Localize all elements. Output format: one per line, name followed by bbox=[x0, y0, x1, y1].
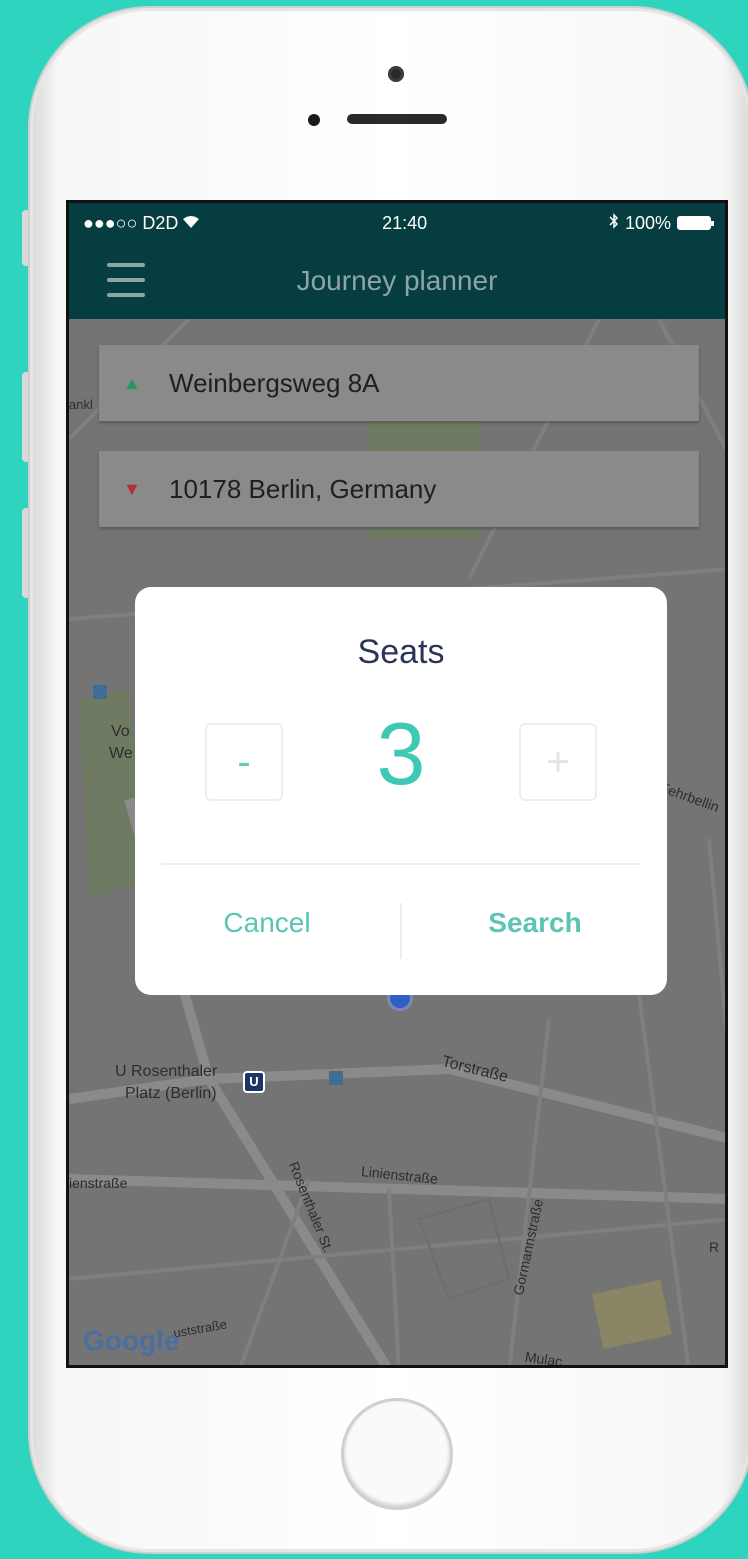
origin-field[interactable]: ▲ Weinbergsweg 8A bbox=[99, 345, 699, 421]
increment-seats-button[interactable]: + bbox=[519, 723, 597, 801]
seats-dialog: Seats - 3 + Cancel Search bbox=[135, 587, 667, 995]
subway-icon: U bbox=[243, 1071, 265, 1093]
camera-icon bbox=[388, 66, 404, 82]
bluetooth-icon bbox=[609, 212, 619, 234]
battery-percent: 100% bbox=[624, 212, 671, 233]
map-label: We bbox=[109, 745, 133, 762]
destination-field[interactable]: ▼ 10178 Berlin, Germany bbox=[99, 451, 699, 527]
action-divider bbox=[400, 903, 402, 959]
origin-address: Weinbergsweg 8A bbox=[169, 367, 380, 398]
dialog-divider bbox=[161, 863, 641, 865]
destination-marker-icon: ▼ bbox=[123, 478, 141, 499]
map-label: U Rosenthaler bbox=[115, 1063, 218, 1080]
battery-icon bbox=[677, 216, 714, 230]
speaker-grille bbox=[347, 114, 447, 124]
search-button[interactable]: Search bbox=[403, 907, 667, 939]
seat-count: 3 bbox=[376, 704, 426, 803]
destination-address: 10178 Berlin, Germany bbox=[169, 473, 437, 504]
hamburger-menu-icon[interactable] bbox=[107, 263, 145, 297]
map-label: R bbox=[709, 1239, 720, 1255]
sensor bbox=[308, 114, 320, 126]
carrier-label: ●●●○○ D2D bbox=[83, 212, 179, 233]
phone-screen: ●●●○○ D2D 21:40 100% Journey planner U R… bbox=[66, 200, 728, 1368]
page-title: Journey planner bbox=[296, 265, 498, 296]
home-button[interactable] bbox=[341, 1398, 453, 1510]
status-time: 21:40 bbox=[382, 212, 428, 233]
map-label: ankl bbox=[69, 397, 93, 412]
dialog-title: Seats bbox=[357, 633, 445, 671]
decrement-seats-button[interactable]: - bbox=[205, 723, 283, 801]
origin-marker-icon: ▲ bbox=[123, 372, 141, 393]
map-label: ienstraße bbox=[69, 1175, 128, 1191]
navigation-bar: Journey planner bbox=[69, 243, 725, 319]
google-logo: Google bbox=[83, 1325, 180, 1356]
map-label: Vo bbox=[111, 723, 130, 740]
map-label: Platz (Berlin) bbox=[125, 1085, 217, 1102]
cancel-button[interactable]: Cancel bbox=[135, 907, 399, 939]
status-bar: ●●●○○ D2D 21:40 100% bbox=[69, 203, 725, 243]
wifi-icon bbox=[182, 213, 200, 234]
